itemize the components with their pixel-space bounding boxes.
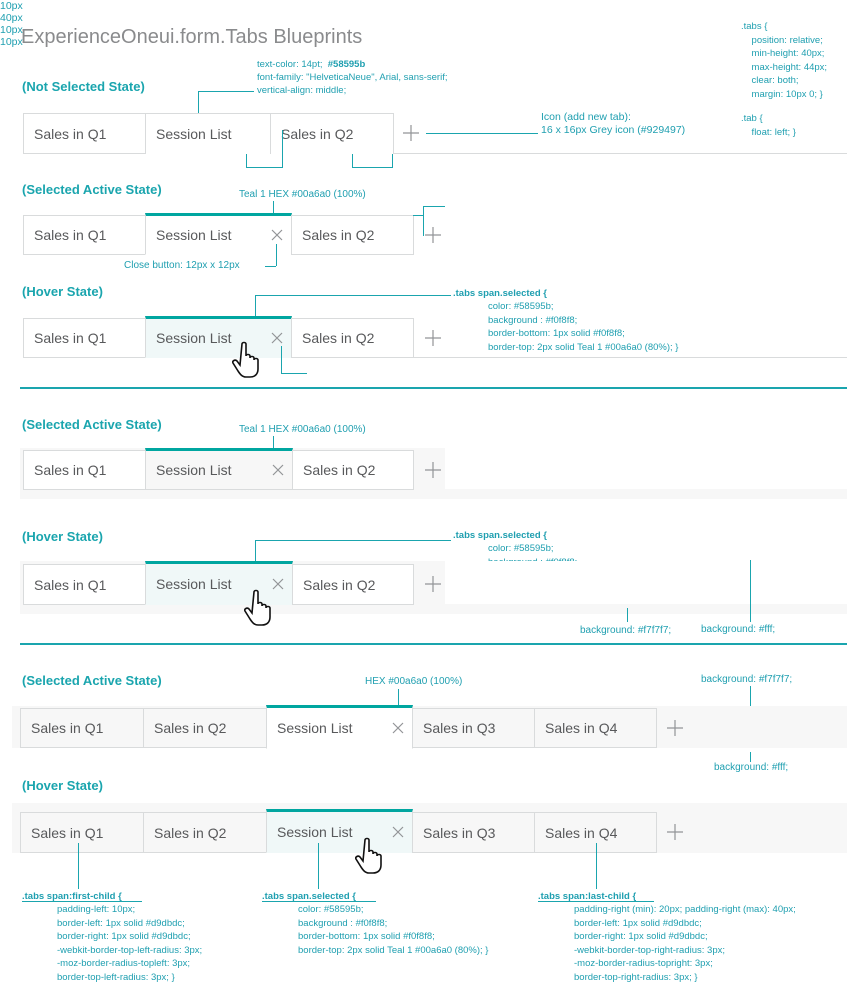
selected-css-title: .tabs span.selected { — [453, 530, 547, 541]
tab-label: Sales in Q4 — [545, 824, 618, 841]
tab-label: Session List — [156, 126, 232, 142]
tab-label: Sales in Q2 — [303, 576, 376, 593]
tab-label: Sales in Q1 — [34, 576, 107, 593]
dim-10px: 10px — [0, 0, 23, 12]
tab-sales-q2[interactable]: Sales in Q2 — [292, 450, 414, 490]
tab-sales-q2[interactable]: Sales in Q2 — [291, 318, 414, 358]
tab-label: Sales in Q2 — [303, 462, 376, 478]
selected-css-title: .tabs span.selected { — [262, 891, 356, 902]
state-title-hover: (Hover State) — [22, 284, 103, 299]
plus-icon[interactable] — [425, 227, 441, 243]
selected-css-title: .tabs span.selected { — [453, 288, 547, 299]
state-title-selected: (Selected Active State) — [22, 417, 162, 432]
tab-sales-q1[interactable]: Sales in Q1 — [23, 113, 146, 154]
icon-note-line1: Icon (add new tab): — [541, 111, 631, 123]
plus-icon[interactable] — [667, 720, 683, 736]
state-title-hover: (Hover State) — [22, 778, 103, 793]
tab-session-list-selected[interactable]: Session List — [145, 448, 293, 490]
tab-label: Sales in Q2 — [302, 330, 375, 346]
plus-icon[interactable] — [403, 125, 419, 141]
plus-icon[interactable] — [425, 576, 441, 592]
tab-css-note: .tab { float: left; } — [741, 113, 796, 138]
tab-label: Sales in Q1 — [34, 125, 107, 142]
selected-css-body: color: #58595b; background : #f0f8f8; bo… — [488, 301, 679, 353]
tab-sales-q2[interactable]: Sales in Q2 — [292, 564, 414, 605]
bg-f7-note: background: #f7f7f7; — [701, 674, 793, 685]
tab-label: Sales in Q1 — [34, 227, 107, 243]
plus-icon[interactable] — [425, 330, 441, 346]
tab-label: Session List — [277, 720, 353, 736]
close-icon[interactable] — [272, 464, 284, 476]
hand-cursor-icon — [355, 836, 389, 876]
close-icon[interactable] — [271, 332, 283, 344]
tab-label: Session List — [156, 330, 232, 346]
first-child-css-title: .tabs span:first-child { — [22, 891, 122, 902]
tab-label: Sales in Q3 — [423, 824, 496, 841]
tab-label: Sales in Q2 — [154, 720, 227, 736]
tab-sales-q4[interactable]: Sales in Q4 — [534, 708, 657, 748]
font-family-note: font-family: "HelveticaNeue", Arial, san… — [257, 72, 448, 83]
state-title-not-selected: (Not Selected State) — [22, 79, 145, 94]
tab-sales-q2[interactable]: Sales in Q2 — [143, 708, 267, 748]
close-icon[interactable] — [392, 826, 404, 838]
tab-label: Sales in Q2 — [154, 824, 227, 841]
last-child-css-title: .tabs span:last-child { — [538, 891, 637, 902]
plus-icon[interactable] — [667, 824, 683, 840]
bg-f7-note: background: #f7f7f7; — [580, 625, 672, 636]
selected-css-body: color: #58595b; background : #f0f8f8; bo… — [298, 904, 489, 956]
hex-note: HEX #00a6a0 (100%) — [365, 676, 463, 687]
section-divider — [20, 387, 847, 389]
tab-session-list-selected[interactable]: Session List — [266, 705, 413, 749]
teal-hex-note: Teal 1 HEX #00a6a0 (100%) — [239, 424, 366, 435]
last-child-css-body: padding-right (min): 20px; padding-right… — [574, 904, 796, 983]
close-icon[interactable] — [271, 229, 283, 241]
tab-session-list[interactable]: Session List — [145, 113, 271, 154]
tab-label: Session List — [156, 462, 232, 478]
tab-sales-q1[interactable]: Sales in Q1 — [23, 564, 146, 605]
tab-label: Sales in Q2 — [302, 227, 375, 243]
tab-sales-q2[interactable]: Sales in Q2 — [143, 812, 267, 853]
tab-sales-q1[interactable]: Sales in Q1 — [20, 708, 144, 748]
tab-sales-q1[interactable]: Sales in Q1 — [23, 318, 146, 358]
hand-cursor-icon — [232, 340, 266, 380]
teal-hex-note: Teal 1 HEX #00a6a0 (100%) — [239, 189, 366, 200]
icon-note-line2: 16 x 16px Grey icon (#929497) — [541, 124, 686, 136]
tab-sales-q1[interactable]: Sales in Q1 — [23, 450, 146, 490]
tab-label: Session List — [156, 227, 232, 243]
page-title: ExperienceOneui.form.Tabs Blueprints — [21, 26, 363, 48]
tab-label: Session List — [277, 824, 353, 840]
tab-sales-q3[interactable]: Sales in Q3 — [412, 812, 535, 853]
vertical-align-note: vertical-align: middle; — [257, 85, 347, 96]
tabs-css-note: .tabs { position: relative; min-height: … — [741, 21, 828, 100]
close-icon[interactable] — [392, 722, 404, 734]
tab-sales-q2[interactable]: Sales in Q2 — [270, 113, 394, 154]
hand-cursor-icon — [244, 588, 278, 628]
tab-label: Sales in Q1 — [31, 720, 104, 736]
state-title-selected: (Selected Active State) — [22, 182, 162, 197]
bg-fff-note: background: #fff; — [701, 624, 776, 635]
first-child-css-body: padding-left: 10px; border-left: 1px sol… — [57, 904, 203, 983]
tab-session-list-selected[interactable]: Session List — [145, 213, 292, 255]
tab-sales-q1[interactable]: Sales in Q1 — [23, 215, 146, 255]
state-title-hover: (Hover State) — [22, 529, 103, 544]
tab-session-list-hover[interactable]: Session List — [266, 809, 413, 853]
text-style-note: text-color: 14pt; #58595b — [257, 59, 366, 70]
tab-sales-q2[interactable]: Sales in Q2 — [291, 215, 414, 255]
plus-icon[interactable] — [425, 462, 441, 478]
tab-session-list-hover[interactable]: Session List — [145, 316, 292, 358]
tab-label: Sales in Q4 — [545, 720, 618, 736]
tab-label: Session List — [156, 576, 232, 592]
dim-40px: 40px — [0, 12, 23, 24]
tab-label: Sales in Q1 — [34, 462, 107, 478]
tab-label: Sales in Q1 — [34, 330, 107, 346]
bg-fff-note: background: #fff; — [714, 762, 789, 773]
close-button-note: Close button: 12px x 12px — [124, 260, 240, 271]
tab-label: Sales in Q2 — [281, 126, 354, 142]
section-divider — [20, 643, 847, 645]
tab-label: Sales in Q3 — [423, 720, 496, 736]
tab-sales-q1[interactable]: Sales in Q1 — [20, 812, 144, 853]
state-title-selected: (Selected Active State) — [22, 673, 162, 688]
tab-label: Sales in Q1 — [31, 824, 104, 841]
tab-sales-q3[interactable]: Sales in Q3 — [412, 708, 535, 748]
